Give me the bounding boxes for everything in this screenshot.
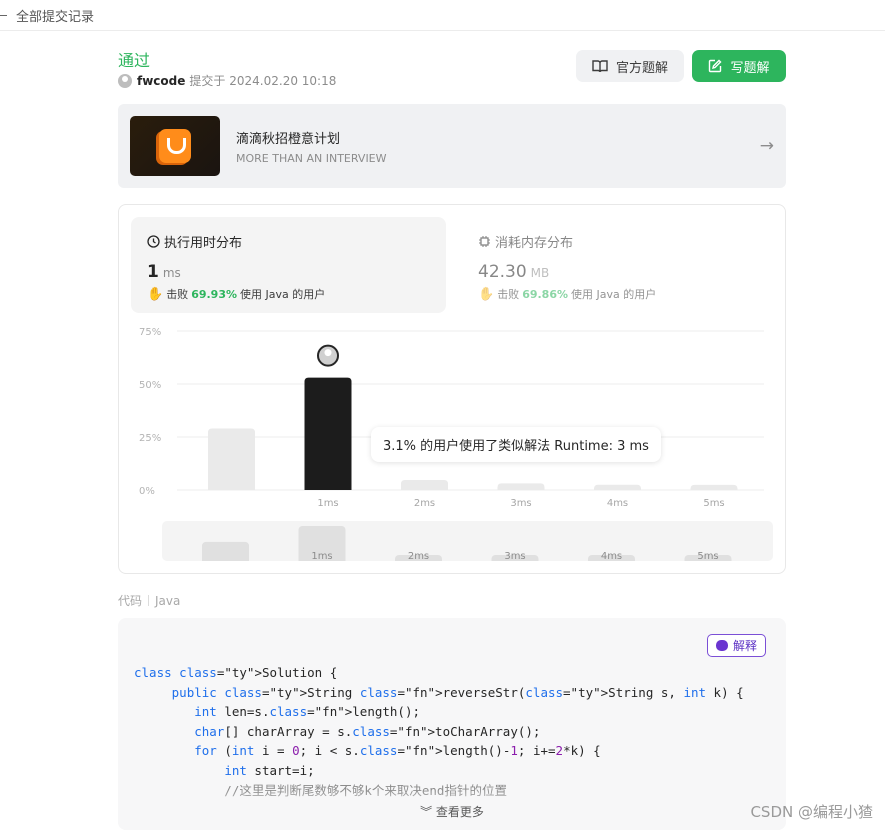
bar-0ms[interactable] bbox=[208, 428, 255, 490]
runtime-value: 1 bbox=[147, 262, 159, 282]
x-tick-label: 4ms bbox=[607, 498, 628, 509]
double-chevron-down-icon: ︾ bbox=[420, 805, 433, 819]
explain-label: 解释 bbox=[732, 639, 757, 653]
mini-chart-svg: 1ms 2ms 3ms 4ms 5ms bbox=[202, 526, 732, 561]
code-line: public class="ty">String class="fn">reve… bbox=[171, 684, 744, 700]
all-submissions-link[interactable]: 全部提交记录 bbox=[16, 6, 94, 25]
mini-tick-label: 2ms bbox=[408, 551, 429, 561]
runtime-beat-prefix: 击败 bbox=[166, 288, 189, 301]
submission-meta: fwcode 提交于 2024.02.20 10:18 bbox=[118, 72, 336, 89]
clap-icon: ✋ bbox=[478, 286, 495, 302]
memory-stat-tab[interactable]: 消耗内存分布 42.30 MB ✋ 击败 69.86% 使用 Java 的用户 bbox=[462, 217, 777, 313]
bar-5ms[interactable] bbox=[690, 484, 738, 490]
code-line: int start=i; bbox=[224, 762, 315, 778]
explain-button[interactable]: 解释 bbox=[706, 634, 766, 657]
banner-image bbox=[130, 116, 220, 176]
code-line: for (int i = 0; i < s.class="fn">length(… bbox=[194, 743, 601, 759]
code-header: 代码 Java bbox=[118, 592, 180, 609]
runtime-unit: ms bbox=[162, 266, 181, 280]
submitted-label: 提交于 bbox=[189, 74, 226, 88]
x-tick-label: 1ms bbox=[317, 498, 338, 509]
memory-beat-suffix: 使用 Java 的用户 bbox=[571, 288, 657, 301]
username[interactable]: fwcode bbox=[137, 74, 185, 88]
mini-tick-label: 1ms bbox=[311, 551, 332, 561]
top-bar: 全部提交记录 bbox=[0, 0, 885, 31]
y-tick-label: 0% bbox=[139, 486, 155, 497]
back-icon[interactable] bbox=[0, 14, 7, 16]
x-tick-label: 5ms bbox=[703, 498, 724, 509]
mini-tick-label: 4ms bbox=[601, 551, 622, 561]
chart-tooltip: 3.1% 的用户使用了类似解法 Runtime: 3 ms bbox=[371, 427, 661, 462]
code-line: char[] charArray = s.class="fn">toCharAr… bbox=[194, 723, 541, 739]
write-solution-button[interactable]: 写题解 bbox=[692, 50, 786, 82]
edit-icon bbox=[709, 59, 722, 73]
book-icon bbox=[592, 60, 608, 73]
brain-icon bbox=[715, 640, 728, 651]
mini-tick-label: 5ms bbox=[697, 551, 718, 561]
write-solution-label: 写题解 bbox=[730, 60, 770, 76]
runtime-stat-tab[interactable]: 执行用时分布 1 ms ✋ 击败 69.93% 使用 Java 的用户 bbox=[131, 217, 446, 313]
bar-3ms[interactable] bbox=[497, 483, 545, 490]
mini-tick-label: 3ms bbox=[504, 551, 525, 561]
promo-banner[interactable]: 滴滴秋招橙意计划 MORE THAN AN INTERVIEW → bbox=[118, 104, 786, 188]
chart-svg: 0% 25% 50% 75% 1ms 2ms 3ms 4ms 5ms bbox=[139, 327, 764, 509]
divider bbox=[148, 595, 150, 606]
memory-beat-pct: 69.86% bbox=[522, 287, 569, 301]
banner-title: 滴滴秋招橙意计划 bbox=[236, 132, 341, 147]
code-language: Java bbox=[155, 593, 181, 608]
memory-value: 42.30 bbox=[478, 262, 527, 282]
show-more-label: 查看更多 bbox=[435, 805, 484, 819]
clock-icon bbox=[147, 235, 160, 248]
avatar[interactable] bbox=[118, 73, 132, 88]
official-solution-button[interactable]: 官方题解 bbox=[576, 50, 684, 82]
mini-bar-0ms bbox=[202, 541, 249, 561]
bar-4ms[interactable] bbox=[594, 484, 641, 490]
clap-icon: ✋ bbox=[147, 286, 164, 302]
chart-range-selector[interactable]: 1ms 2ms 3ms 4ms 5ms bbox=[162, 521, 773, 561]
avatar-head-icon bbox=[324, 349, 332, 357]
submission-datetime: 2024.02.20 10:18 bbox=[229, 73, 337, 88]
official-solution-label: 官方题解 bbox=[615, 60, 668, 76]
runtime-distribution-chart: 0% 25% 50% 75% 1ms 2ms 3ms 4ms 5ms bbox=[119, 320, 787, 510]
didi-logo-icon bbox=[159, 129, 191, 163]
memory-unit: MB bbox=[530, 266, 550, 280]
arrow-right-icon[interactable]: → bbox=[760, 136, 774, 156]
memory-label: 消耗内存分布 bbox=[495, 236, 574, 251]
code-line: class class="ty">Solution { bbox=[134, 665, 338, 680]
y-tick-label: 50% bbox=[139, 380, 161, 391]
runtime-beat-suffix: 使用 Java 的用户 bbox=[240, 288, 326, 301]
code-block: 解释 class class="ty">Solution { public cl… bbox=[118, 618, 786, 830]
runtime-label: 执行用时分布 bbox=[164, 236, 243, 251]
runtime-beat-pct: 69.93% bbox=[191, 287, 238, 301]
banner-subtitle: MORE THAN AN INTERVIEW bbox=[236, 152, 387, 165]
y-tick-label: 75% bbox=[139, 327, 161, 338]
performance-card: 执行用时分布 1 ms ✋ 击败 69.93% 使用 Java 的用户 消耗内存分… bbox=[118, 204, 786, 574]
memory-beat-prefix: 击败 bbox=[497, 288, 520, 301]
code-line: int len=s.class="fn">length(); bbox=[194, 704, 421, 720]
chip-icon bbox=[479, 236, 490, 247]
code-content: class class="ty">Solution { public class… bbox=[134, 663, 744, 800]
show-more-button[interactable]: ︾ 查看更多 bbox=[118, 803, 786, 820]
x-tick-label: 3ms bbox=[510, 498, 531, 509]
y-tick-label: 25% bbox=[139, 433, 161, 444]
watermark: CSDN @编程小猹 bbox=[750, 803, 873, 821]
bar-2ms[interactable] bbox=[401, 480, 448, 490]
status-accepted: 通过 bbox=[118, 51, 151, 70]
x-tick-label: 2ms bbox=[414, 498, 435, 509]
bar-1ms[interactable] bbox=[304, 377, 352, 490]
code-label: 代码 bbox=[118, 594, 143, 608]
